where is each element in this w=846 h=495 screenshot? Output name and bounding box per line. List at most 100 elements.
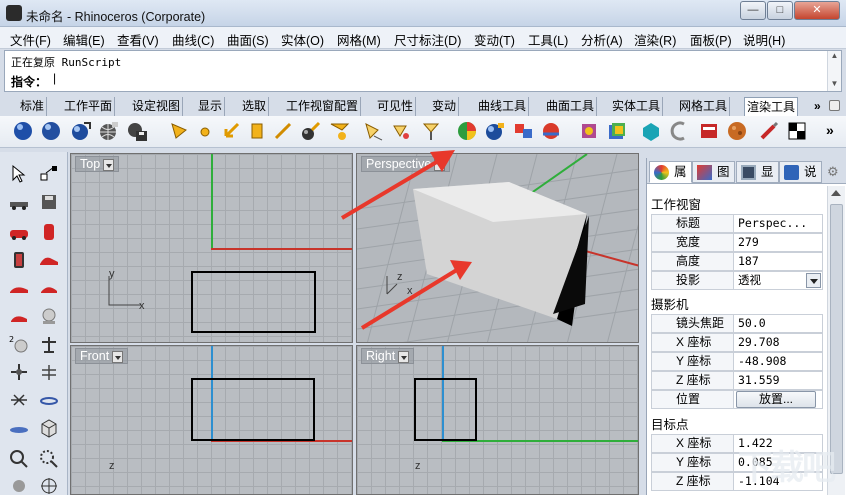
move-gizmo-icon[interactable] bbox=[8, 362, 30, 382]
link-icon[interactable] bbox=[38, 390, 60, 410]
render-window-icon[interactable] bbox=[698, 120, 720, 142]
texture-mapping-icon[interactable] bbox=[328, 120, 350, 142]
render-settings-icon[interactable] bbox=[70, 120, 92, 142]
gear-icon[interactable]: ⚙ bbox=[827, 164, 839, 180]
tab-solid-tools[interactable]: 实体工具 bbox=[610, 97, 664, 116]
zoom-icon[interactable] bbox=[8, 448, 30, 468]
tab-render-tools[interactable]: 渲染工具 bbox=[744, 97, 799, 116]
select-arrow-icon[interactable] bbox=[8, 164, 30, 184]
menu-transform[interactable]: 变动(T) bbox=[474, 30, 515, 49]
render-preview-icon[interactable] bbox=[40, 120, 62, 142]
viewport-front[interactable]: z Front bbox=[70, 345, 353, 495]
viewport-right[interactable]: z Right bbox=[356, 345, 639, 495]
pattern-icon[interactable] bbox=[640, 120, 662, 142]
tab-visibility[interactable]: 可见性 bbox=[375, 97, 417, 116]
target-icon[interactable] bbox=[38, 474, 60, 494]
render-sphere-icon[interactable] bbox=[12, 120, 34, 142]
viewport-title-top[interactable]: Top bbox=[75, 156, 120, 172]
menu-analyze[interactable]: 分析(A) bbox=[581, 30, 623, 49]
light-properties-icon[interactable] bbox=[420, 120, 442, 142]
tab-help[interactable]: 说 bbox=[779, 161, 822, 183]
tab-display[interactable]: 显 bbox=[736, 161, 779, 183]
decal-icon[interactable] bbox=[512, 120, 534, 142]
tab-surface-tools[interactable]: 曲面工具 bbox=[544, 97, 598, 116]
place-button[interactable]: 放置... bbox=[736, 391, 816, 408]
render-object-icon[interactable]: 2 bbox=[8, 334, 30, 354]
tab-standard[interactable]: 标准 bbox=[18, 97, 48, 116]
scroll-up-icon[interactable]: ▲ bbox=[828, 51, 841, 61]
close-button[interactable]: ✕ bbox=[794, 1, 840, 20]
color-material-icon[interactable] bbox=[456, 120, 478, 142]
tab-properties[interactable]: 属 bbox=[649, 161, 692, 183]
paint-icon[interactable] bbox=[758, 120, 780, 142]
environment-icon[interactable] bbox=[98, 120, 120, 142]
tab-curve-tools[interactable]: 曲线工具 bbox=[476, 97, 530, 116]
save-icon[interactable] bbox=[38, 192, 60, 212]
tab-cplanes[interactable]: 工作平面 bbox=[62, 97, 116, 116]
light-icon[interactable] bbox=[362, 120, 384, 142]
linear-light-icon[interactable] bbox=[272, 120, 294, 142]
spotlight-icon[interactable] bbox=[168, 120, 190, 142]
blend-icon[interactable] bbox=[8, 418, 30, 438]
viewport-top[interactable]: y x Top bbox=[70, 153, 353, 343]
menu-solid[interactable]: 实体(O) bbox=[281, 30, 324, 49]
light-edit-icon[interactable] bbox=[390, 120, 412, 142]
ground-plane-icon[interactable] bbox=[540, 120, 562, 142]
rectangular-light-icon[interactable] bbox=[246, 120, 268, 142]
bump-icon[interactable] bbox=[726, 120, 748, 142]
box-outline[interactable] bbox=[191, 271, 316, 333]
car-icon[interactable] bbox=[8, 222, 30, 242]
projection-dropdown-icon[interactable] bbox=[806, 273, 821, 288]
zoom-window-icon[interactable] bbox=[38, 448, 60, 468]
material-editor-icon[interactable] bbox=[484, 120, 506, 142]
material-icon[interactable] bbox=[300, 120, 322, 142]
menu-mesh[interactable]: 网格(M) bbox=[337, 30, 381, 49]
menu-render[interactable]: 渲染(R) bbox=[634, 30, 676, 49]
menu-help[interactable]: 说明(H) bbox=[743, 30, 785, 49]
directional-light-icon[interactable] bbox=[220, 120, 242, 142]
lamp-icon[interactable] bbox=[38, 306, 60, 326]
scroll-thumb[interactable] bbox=[830, 204, 843, 474]
split-icon[interactable] bbox=[8, 390, 30, 410]
red-car-icon[interactable] bbox=[8, 306, 30, 326]
chevron-down-icon[interactable] bbox=[112, 350, 124, 363]
tab-select[interactable]: 选取 bbox=[240, 97, 270, 116]
scroll-up-icon[interactable] bbox=[831, 190, 841, 196]
box-3d-icon[interactable] bbox=[38, 418, 60, 438]
sports-car-icon[interactable] bbox=[38, 250, 60, 270]
point-icon[interactable] bbox=[38, 164, 60, 184]
menu-tools[interactable]: 工具(L) bbox=[528, 30, 568, 49]
command-scrollbar[interactable]: ▲ ▼ bbox=[827, 51, 841, 91]
coupe-icon[interactable] bbox=[38, 278, 60, 298]
box-outline[interactable] bbox=[191, 378, 315, 441]
tabs-overflow-icon[interactable]: » bbox=[812, 97, 823, 116]
texture-icon[interactable] bbox=[578, 120, 600, 142]
tab-set-view[interactable]: 设定视图 bbox=[130, 97, 184, 116]
tab-display[interactable]: 显示 bbox=[196, 97, 226, 116]
menu-view[interactable]: 查看(V) bbox=[117, 30, 159, 49]
polyline-icon[interactable] bbox=[8, 192, 30, 212]
menu-file[interactable]: 文件(F) bbox=[10, 30, 51, 49]
toolbar-overflow-icon[interactable]: » bbox=[826, 122, 834, 138]
scale-icon[interactable] bbox=[38, 334, 60, 354]
menu-panels[interactable]: 面板(P) bbox=[690, 30, 732, 49]
panel-options-icon[interactable] bbox=[829, 100, 840, 111]
save-render-icon[interactable] bbox=[126, 120, 148, 142]
sun-icon[interactable] bbox=[606, 120, 628, 142]
sedan-icon[interactable] bbox=[8, 278, 30, 298]
render-tools-icon[interactable] bbox=[668, 120, 690, 142]
viewport-title-right[interactable]: Right bbox=[361, 348, 415, 364]
minimize-button[interactable]: — bbox=[740, 1, 766, 20]
tab-transform[interactable]: 变动 bbox=[430, 97, 460, 116]
restore-button[interactable]: □ bbox=[767, 1, 793, 20]
tab-viewport-layout[interactable]: 工作视窗配置 bbox=[284, 97, 362, 116]
chevron-down-icon[interactable] bbox=[398, 350, 410, 363]
menu-dimension[interactable]: 尺寸标注(D) bbox=[394, 30, 461, 49]
tab-layers[interactable]: 图 bbox=[692, 161, 735, 183]
pan-icon[interactable] bbox=[8, 474, 30, 494]
chevron-down-icon[interactable] bbox=[103, 158, 115, 171]
menu-surface[interactable]: 曲面(S) bbox=[227, 30, 269, 49]
menu-curve[interactable]: 曲线(C) bbox=[172, 30, 214, 49]
vehicle-icon[interactable] bbox=[38, 222, 60, 242]
viewport-title-front[interactable]: Front bbox=[75, 348, 129, 364]
